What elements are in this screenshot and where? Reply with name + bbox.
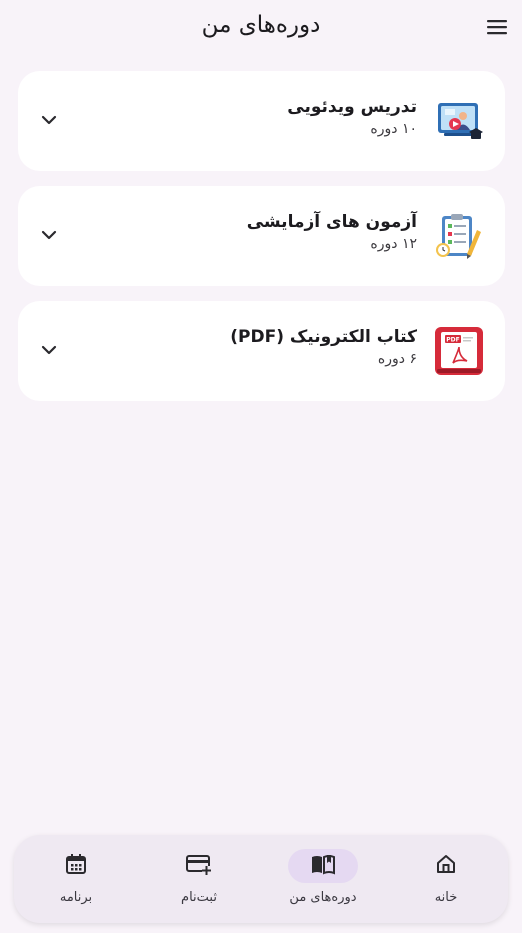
nav-label: خانه [434, 890, 458, 905]
chevron-down-icon[interactable] [38, 224, 60, 246]
nav-label: ثبت‌نام [181, 890, 217, 905]
nav-pill [164, 849, 234, 883]
course-card-title: آزمون های آزمایشی [246, 212, 417, 232]
nav-label: برنامه [59, 890, 93, 905]
pdf-book-icon: PDF [433, 325, 485, 377]
course-card-title: کتاب الکترونیک (PDF) [230, 327, 417, 347]
course-card-title: تدریس ویدئویی [287, 97, 417, 117]
video-lesson-icon [433, 95, 485, 147]
quiz-checklist-icon [433, 210, 485, 262]
nav-pill-active [288, 849, 358, 883]
open-book-icon [310, 853, 336, 879]
nav-pill [411, 849, 481, 883]
course-card-text: تدریس ویدئویی ۱۰ دوره [287, 97, 417, 137]
chevron-down-icon[interactable] [38, 339, 60, 361]
course-card-video[interactable]: تدریس ویدئویی ۱۰ دوره [18, 71, 505, 171]
course-card-exams[interactable]: آزمون های آزمایشی ۱۲ دوره [18, 186, 505, 286]
chevron-down-icon[interactable] [38, 109, 60, 131]
course-category-list: تدریس ویدئویی ۱۰ دوره آزمون های آزمایشی … [18, 71, 505, 416]
bottom-navigation: برنامه ثبت‌نام [14, 835, 508, 923]
course-card-ebook[interactable]: PDF کتاب الکترونیک (PDF) ۶ دوره [18, 301, 505, 401]
nav-label: دوره‌های من [289, 890, 357, 905]
app-root: دوره‌های من [0, 0, 522, 933]
course-card-text: کتاب الکترونیک (PDF) ۶ دوره [230, 327, 417, 367]
course-card-count: ۶ دوره [377, 351, 417, 367]
calendar-icon [65, 853, 87, 879]
card-add-icon [186, 853, 212, 879]
nav-pill [41, 849, 111, 883]
hamburger-menu-icon[interactable] [484, 14, 510, 40]
nav-item-my-courses[interactable]: دوره‌های من [263, 835, 383, 923]
course-card-text: آزمون های آزمایشی ۱۲ دوره [247, 212, 417, 252]
home-icon [435, 853, 457, 879]
course-card-count: ۱۰ دوره [370, 121, 417, 137]
page-title: دوره‌های من [201, 12, 321, 38]
nav-item-schedule[interactable]: برنامه [16, 835, 136, 923]
course-card-count: ۱۲ دوره [370, 236, 417, 252]
app-header: دوره‌های من [0, 0, 522, 56]
nav-item-home[interactable]: خانه [386, 835, 506, 923]
svg-text:PDF: PDF [446, 337, 459, 344]
nav-item-register[interactable]: ثبت‌نام [139, 835, 259, 923]
